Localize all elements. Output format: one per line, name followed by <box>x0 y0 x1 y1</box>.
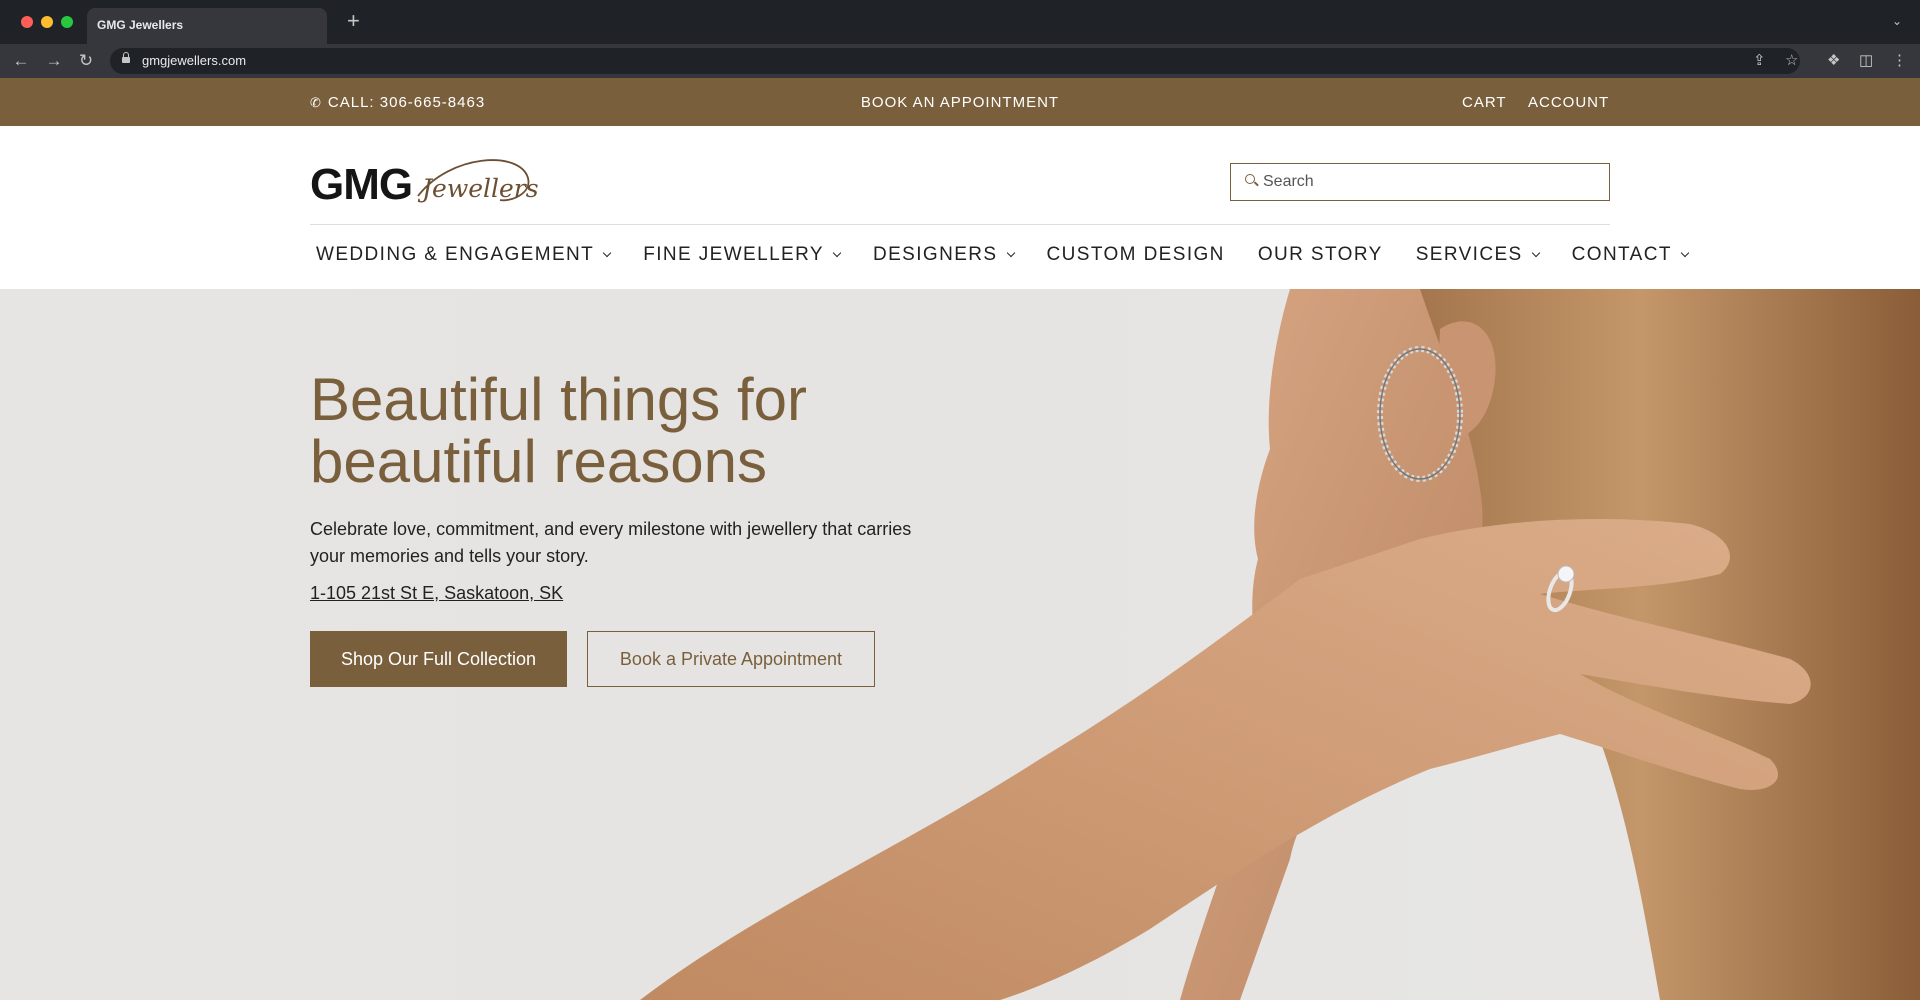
chevron-down-icon <box>832 248 842 258</box>
share-icon[interactable]: ⇪ <box>1753 51 1766 71</box>
hero-title: Beautiful things for beautiful reasons <box>310 369 1010 493</box>
lock-icon <box>122 52 130 66</box>
book-private-appointment-button[interactable]: Book a Private Appointment <box>587 631 875 687</box>
book-appointment-link[interactable]: BOOK AN APPOINTMENT <box>0 94 1920 111</box>
tab-title: GMG Jewellers <box>97 18 184 32</box>
header-divider <box>310 224 1610 225</box>
utility-bar: ✆ CALL: 306-665-8463 BOOK AN APPOINTMENT… <box>0 78 1920 126</box>
browser-tab-strip: GMG Jewellers + ⌄ <box>0 0 1920 44</box>
hero-title-line-2: beautiful reasons <box>310 428 767 495</box>
address-bar[interactable]: gmgjewellers.com ⇪ ☆ <box>110 48 1800 74</box>
nav-item-label: SERVICES <box>1415 244 1523 265</box>
chevron-down-icon <box>1680 248 1690 258</box>
search-icon <box>1245 174 1255 184</box>
shop-collection-button[interactable]: Shop Our Full Collection <box>310 631 567 687</box>
side-panel-icon[interactable]: ◫ <box>1859 51 1873 71</box>
bookmark-star-icon[interactable]: ☆ <box>1785 51 1798 71</box>
nav-item-our-story[interactable]: OUR STORY <box>1258 244 1383 266</box>
nav-item-wedding-engagement[interactable]: WEDDING & ENGAGEMENT <box>316 244 612 266</box>
hero-subtitle: Celebrate love, commitment, and every mi… <box>310 519 912 566</box>
nav-item-label: FINE JEWELLERY <box>643 244 824 265</box>
new-tab-icon[interactable]: + <box>347 10 360 32</box>
browser-toolbar: ← → ↻ gmgjewellers.com ⇪ ☆ ❖ ◫ ⋮ <box>0 44 1920 78</box>
extensions-icon[interactable]: ❖ <box>1827 51 1840 71</box>
close-window-button[interactable] <box>21 16 33 28</box>
nav-item-contact[interactable]: CONTACT <box>1571 244 1690 266</box>
nav-item-label: OUR STORY <box>1257 244 1383 265</box>
url-text: gmgjewellers.com <box>142 53 247 68</box>
back-icon[interactable]: ← <box>10 50 32 72</box>
account-link[interactable]: ACCOUNT <box>1528 94 1609 111</box>
nav-item-label: CONTACT <box>1571 244 1672 265</box>
nav-item-label: CUSTOM DESIGN <box>1046 244 1225 265</box>
store-address-link[interactable]: 1-105 21st St E, Saskatoon, SK <box>310 583 563 604</box>
minimize-window-button[interactable] <box>41 16 53 28</box>
logo-swash <box>417 159 530 202</box>
chevron-down-icon <box>602 248 612 258</box>
search-input[interactable] <box>1263 164 1593 199</box>
site-logo[interactable]: GMG Jewellers <box>310 156 539 220</box>
hero-section: Beautiful things for beautiful reasons C… <box>0 289 1920 1000</box>
book-appointment-label: BOOK AN APPOINTMENT <box>860 94 1060 111</box>
forward-icon[interactable]: → <box>43 50 65 72</box>
tab-search-icon[interactable]: ⌄ <box>1892 14 1902 28</box>
nav-item-services[interactable]: SERVICES <box>1415 244 1540 266</box>
nav-item-designers[interactable]: DESIGNERS <box>872 244 1015 266</box>
cart-link[interactable]: CART <box>1462 94 1507 111</box>
reload-icon[interactable]: ↻ <box>75 50 97 72</box>
browser-tab[interactable]: GMG Jewellers <box>87 8 327 44</box>
chevron-down-icon <box>1006 248 1015 258</box>
maximize-window-button[interactable] <box>61 16 73 28</box>
browser-menu-icon[interactable]: ⋮ <box>1892 51 1907 71</box>
chevron-down-icon <box>1531 248 1540 258</box>
nav-item-label: WEDDING & ENGAGEMENT <box>316 244 595 265</box>
hero-title-line-1: Beautiful things for <box>310 366 807 433</box>
main-nav: WEDDING & ENGAGEMENT FINE JEWELLERY DESI… <box>316 244 1690 266</box>
search-box[interactable] <box>1230 163 1610 201</box>
nav-item-fine-jewellery[interactable]: FINE JEWELLERY <box>643 244 842 266</box>
nav-item-label: DESIGNERS <box>872 244 998 265</box>
site-header: GMG Jewellers WEDDING & ENGAGEMENT FINE … <box>0 126 1920 289</box>
nav-item-custom-design[interactable]: CUSTOM DESIGN <box>1047 244 1225 266</box>
